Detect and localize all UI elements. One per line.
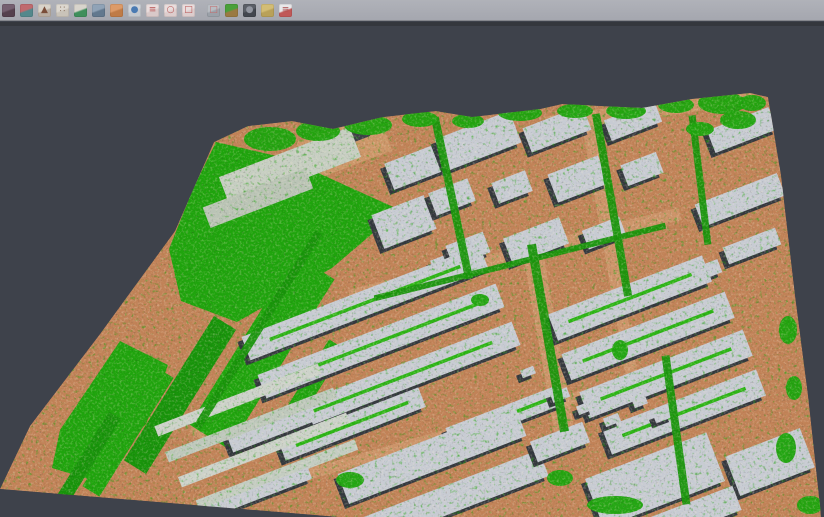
- column-display-icon-glyph: [92, 4, 105, 17]
- globe-icon[interactable]: ●: [127, 3, 142, 18]
- cross-section-icon-glyph: [20, 4, 33, 17]
- target-icon-glyph: ○: [164, 4, 177, 17]
- export-doc-icon-glyph: [261, 4, 274, 17]
- clipping-box-icon-glyph: [2, 4, 15, 17]
- point-cloud-icon-glyph: ∷: [56, 4, 69, 17]
- camera-icon[interactable]: ●: [242, 3, 257, 18]
- snapshot-icon[interactable]: □: [206, 3, 221, 18]
- terrain-mesh: [0, 22, 824, 517]
- snapshot-icon-glyph: □: [207, 4, 220, 17]
- orthophoto-icon-glyph: [110, 4, 123, 17]
- scene-svg: [0, 22, 824, 517]
- orthophoto-icon[interactable]: [109, 3, 124, 18]
- texture-noise: [0, 22, 824, 517]
- dem-surface-icon-glyph: [74, 4, 87, 17]
- clipping-box-icon[interactable]: [1, 3, 16, 18]
- profile-list-icon[interactable]: ≡: [145, 3, 160, 18]
- layers-icon-glyph: ≡: [279, 4, 292, 17]
- camera-icon-glyph: ●: [243, 4, 256, 17]
- point-cloud-icon[interactable]: ∷: [55, 3, 70, 18]
- target-icon[interactable]: ○: [163, 3, 178, 18]
- terrain-model-icon[interactable]: ▲: [37, 3, 52, 18]
- globe-icon-glyph: ●: [128, 4, 141, 17]
- classification-map-icon-glyph: [225, 4, 238, 17]
- cross-section-icon[interactable]: [19, 3, 34, 18]
- profile-list-icon-glyph: ≡: [146, 4, 159, 17]
- 3d-viewport[interactable]: [0, 22, 824, 517]
- terrain-model-icon-glyph: ▲: [38, 4, 51, 17]
- selection-box-icon-glyph: □: [182, 4, 195, 17]
- column-display-icon[interactable]: [91, 3, 106, 18]
- layers-icon[interactable]: ≡: [278, 3, 293, 18]
- export-doc-icon[interactable]: [260, 3, 275, 18]
- selection-box-icon[interactable]: □: [181, 3, 196, 18]
- main-toolbar: ▲ ∷ ● ≡ ○ □ □ ● ≡: [0, 0, 824, 21]
- classification-map-icon[interactable]: [224, 3, 239, 18]
- dem-surface-icon[interactable]: [73, 3, 88, 18]
- viewport-top-shadow: [0, 22, 824, 26]
